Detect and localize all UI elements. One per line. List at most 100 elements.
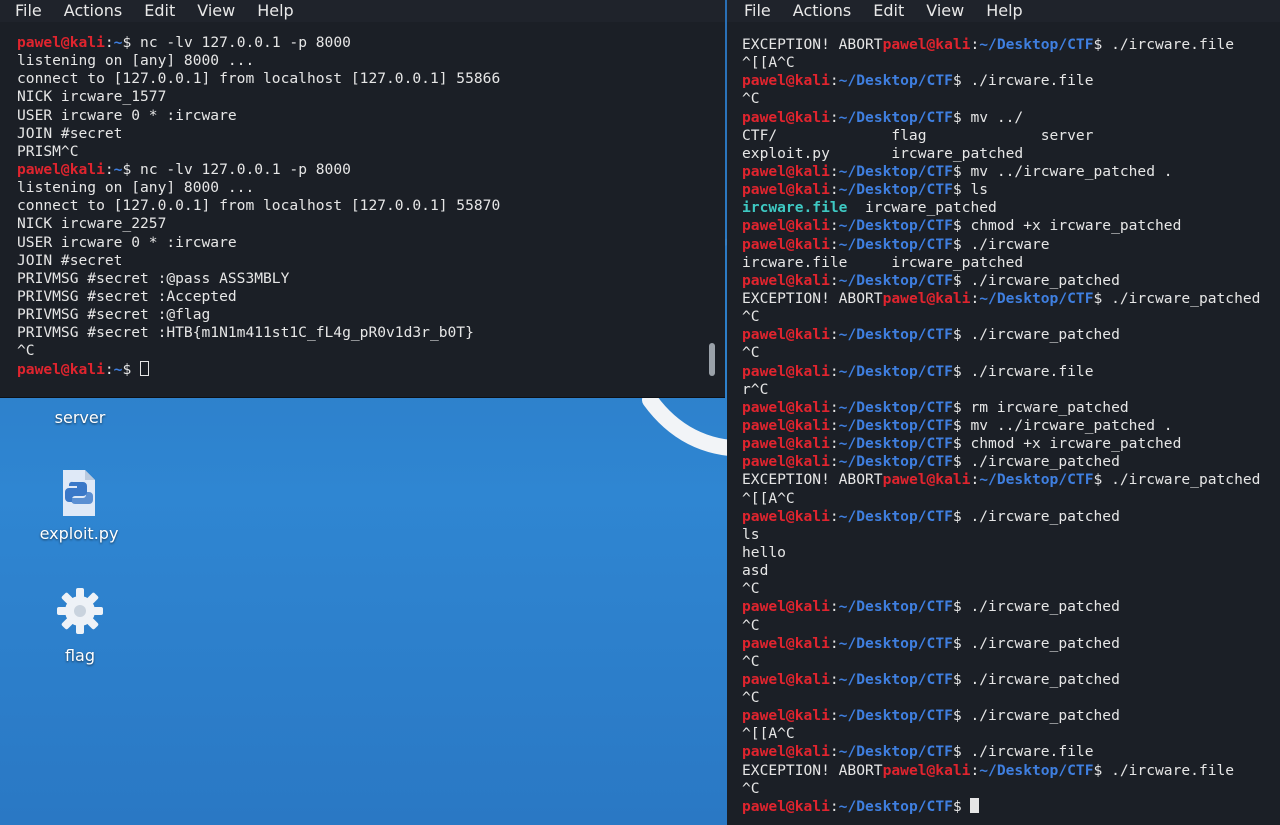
- terminal-line: USER ircware 0 * :ircware: [17, 107, 725, 125]
- prompt-path: ~/Desktop/CTF: [838, 670, 953, 688]
- exception-text: EXCEPTION! ABORT: [742, 471, 883, 489]
- output-text: r^C: [742, 380, 769, 398]
- prompt-dollar: $: [952, 271, 971, 289]
- prompt-path: ~/Desktop/CTF: [979, 471, 1094, 489]
- prompt-user: pawel@kali: [882, 36, 971, 53]
- prompt-separator: :: [970, 471, 980, 489]
- terminal-line: connect to [127.0.0.1] from localhost [1…: [17, 197, 725, 215]
- menu-file[interactable]: File: [733, 0, 782, 22]
- terminal-line: ^[[A^C: [742, 490, 1280, 508]
- command-text: ./ircware_patched: [970, 326, 1120, 344]
- output-text: PRISM^C: [17, 142, 79, 160]
- terminal-line: PRISM^C: [17, 143, 725, 161]
- output-text: ^[[A^C: [742, 54, 795, 72]
- prompt-line: pawel@kali:~/Desktop/CTF$ mv ../: [742, 109, 1280, 127]
- prompt-dollar: $: [952, 707, 971, 725]
- command-text: mv ../: [970, 108, 1024, 126]
- output-text: CTF/ flag server: [742, 126, 1094, 144]
- prompt-line: EXCEPTION! ABORTpawel@kali:~/Desktop/CTF…: [742, 471, 1280, 489]
- terminal-window-left[interactable]: File Actions Edit View Help pawel@kali:~…: [0, 0, 725, 398]
- text-cursor: [140, 360, 150, 376]
- prompt-path: ~/Desktop/CTF: [838, 453, 953, 471]
- terminal-line: ircware.file ircware_patched: [742, 254, 1280, 272]
- menu-help[interactable]: Help: [975, 0, 1033, 22]
- prompt-separator: :: [829, 398, 839, 416]
- prompt-path: ~/Desktop/CTF: [838, 634, 953, 652]
- prompt-line: pawel@kali:~$: [17, 360, 725, 379]
- prompt-user: pawel@kali: [742, 217, 830, 235]
- prompt-user: pawel@kali: [742, 108, 830, 126]
- menu-actions[interactable]: Actions: [782, 0, 862, 22]
- prompt-dollar: $: [1093, 289, 1112, 307]
- prompt-user: pawel@kali: [742, 634, 830, 652]
- menu-help[interactable]: Help: [246, 0, 304, 22]
- terminal-line: ^C: [742, 653, 1280, 671]
- prompt-user: pawel@kali: [17, 360, 105, 378]
- command-text: ls: [970, 181, 989, 199]
- prompt-dollar: $: [952, 181, 971, 199]
- command-text: ./ircware_patched: [970, 707, 1120, 725]
- output-text: NICK ircware_2257: [17, 215, 167, 233]
- prompt-user: pawel@kali: [742, 362, 830, 380]
- prompt-path: ~/Desktop/CTF: [838, 707, 953, 725]
- menu-edit[interactable]: Edit: [862, 0, 915, 22]
- terminal-line: PRIVMSG #secret :HTB{m1N1m411st1C_fL4g_p…: [17, 324, 725, 342]
- prompt-line: pawel@kali:~/Desktop/CTF$ chmod +x ircwa…: [742, 435, 1280, 453]
- text-cursor: [970, 797, 980, 813]
- output-text: JOIN #secret: [17, 124, 123, 142]
- prompt-user: pawel@kali: [742, 181, 830, 199]
- command-text: ./ircware.file: [970, 72, 1094, 90]
- prompt-dollar: $: [952, 507, 971, 525]
- command-text: ./ircware_patched: [970, 271, 1120, 289]
- prompt-line: pawel@kali:~/Desktop/CTF$ rm ircware_pat…: [742, 399, 1280, 417]
- prompt-line: pawel@kali:~/Desktop/CTF$ mv ../ircware_…: [742, 163, 1280, 181]
- prompt-path: ~/Desktop/CTF: [838, 743, 953, 761]
- output-text: ^C: [742, 90, 760, 108]
- menu-edit[interactable]: Edit: [133, 0, 186, 22]
- command-text: ./ircware_patched: [970, 634, 1120, 652]
- prompt-line: pawel@kali:~/Desktop/CTF$ ./ircware_patc…: [742, 707, 1280, 725]
- prompt-line: pawel@kali:~/Desktop/CTF$ ./ircware_patc…: [742, 272, 1280, 290]
- prompt-line: pawel@kali:~/Desktop/CTF$ ./ircware.file: [742, 743, 1280, 761]
- menu-view[interactable]: View: [915, 0, 975, 22]
- command-text: ./ircware_patched: [970, 598, 1120, 616]
- terminal-line: listening on [any] 8000 ...: [17, 179, 725, 197]
- prompt-path: ~/Desktop/CTF: [838, 435, 953, 453]
- terminal-output[interactable]: EXCEPTION! ABORTpawel@kali:~/Desktop/CTF…: [727, 22, 1280, 816]
- command-text: chmod +x ircware_patched: [970, 435, 1182, 453]
- prompt-dollar: $: [952, 235, 971, 253]
- prompt-line: EXCEPTION! ABORTpawel@kali:~/Desktop/CTF…: [742, 36, 1280, 54]
- terminal-output[interactable]: pawel@kali:~$ nc -lv 127.0.0.1 -p 8000 li…: [0, 22, 725, 379]
- output-text: exploit.py ircware_patched: [742, 144, 1024, 162]
- command-text: ./ircware.file: [970, 362, 1094, 380]
- prompt-separator: :: [829, 453, 839, 471]
- desktop-icon-server[interactable]: server: [20, 408, 140, 427]
- prompt-separator: :: [104, 160, 114, 178]
- terminal-line: ^C: [17, 342, 725, 360]
- prompt-dollar: $: [952, 598, 971, 616]
- prompt-line: pawel@kali:~/Desktop/CTF$ ./ircware: [742, 236, 1280, 254]
- prompt-line: pawel@kali:~/Desktop/CTF$ ./ircware_patc…: [742, 453, 1280, 471]
- desktop-icon-flag[interactable]: flag: [20, 586, 140, 665]
- output-text: asd: [742, 562, 769, 580]
- output-text: PRIVMSG #secret :@pass ASS3MBLY: [17, 269, 290, 287]
- terminal-line: ^C: [742, 689, 1280, 707]
- prompt-user: pawel@kali: [882, 289, 971, 307]
- desktop-icon-exploit[interactable]: exploit.py: [19, 468, 139, 543]
- prompt-user: pawel@kali: [742, 797, 830, 815]
- prompt-separator: :: [829, 416, 839, 434]
- prompt-dollar: $: [952, 670, 971, 688]
- prompt-user: pawel@kali: [742, 598, 830, 616]
- output-text: JOIN #secret: [17, 251, 123, 269]
- terminal-scrollbar[interactable]: [709, 343, 715, 376]
- command-text: mv ../ircware_patched .: [970, 162, 1173, 180]
- prompt-separator: :: [829, 634, 839, 652]
- terminal-window-right[interactable]: File Actions Edit View Help EXCEPTION! A…: [727, 0, 1280, 825]
- terminal-line: JOIN #secret: [17, 252, 725, 270]
- prompt-user: pawel@kali: [742, 162, 830, 180]
- terminal-line: ^C: [742, 344, 1280, 362]
- menu-file[interactable]: File: [4, 0, 53, 22]
- menu-actions[interactable]: Actions: [53, 0, 133, 22]
- output-text: ircware.file ircware_patched: [742, 253, 1024, 271]
- menu-view[interactable]: View: [186, 0, 246, 22]
